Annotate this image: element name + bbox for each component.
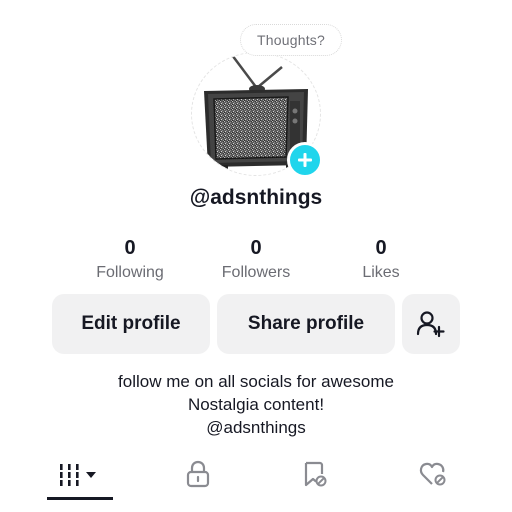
add-avatar-button[interactable] [287, 142, 323, 178]
edit-profile-label: Edit profile [81, 313, 181, 334]
grid-icon [60, 464, 96, 486]
bio-line-2: Nostalgia content! [187, 395, 325, 414]
tab-videos[interactable] [47, 456, 113, 492]
chevron-down-icon [86, 472, 96, 478]
following-label: Following [96, 264, 164, 281]
add-friend-button[interactable] [402, 294, 460, 354]
plus-icon [298, 153, 312, 167]
add-friend-icon [416, 311, 445, 338]
bio: follow me on all socials for awesome Nos… [0, 370, 512, 439]
edit-profile-button[interactable]: Edit profile [52, 294, 210, 354]
thoughts-text: Thoughts? [257, 32, 325, 48]
stat-followers[interactable]: 0 Followers [196, 236, 316, 283]
likes-label: Likes [362, 264, 400, 281]
tab-liked[interactable] [412, 456, 454, 492]
avatar-container[interactable] [191, 52, 323, 178]
likes-count: 0 [375, 237, 387, 259]
share-profile-label: Share profile [247, 313, 365, 334]
profile-page: Thoughts? @adsnthings 0 Following 0 Foll… [0, 0, 512, 512]
lock-icon [186, 460, 210, 488]
tab-private[interactable] [178, 456, 218, 492]
share-profile-button[interactable]: Share profile [217, 294, 395, 354]
thoughts-bubble[interactable]: Thoughts? [240, 24, 342, 56]
followers-count: 0 [250, 237, 262, 259]
bio-line-1: follow me on all socials for awesome [118, 372, 394, 391]
bio-link[interactable]: @adsnthings [0, 416, 512, 439]
liked-heart-icon [419, 462, 446, 486]
tab-favorites[interactable] [294, 456, 334, 492]
username: @adsnthings [189, 186, 323, 209]
selected-tab-indicator [47, 497, 113, 500]
followers-label: Followers [221, 264, 291, 281]
following-count: 0 [124, 237, 136, 259]
stat-likes[interactable]: 0 Likes [321, 236, 441, 283]
bookmark-icon [304, 461, 327, 487]
stat-following[interactable]: 0 Following [70, 236, 190, 283]
